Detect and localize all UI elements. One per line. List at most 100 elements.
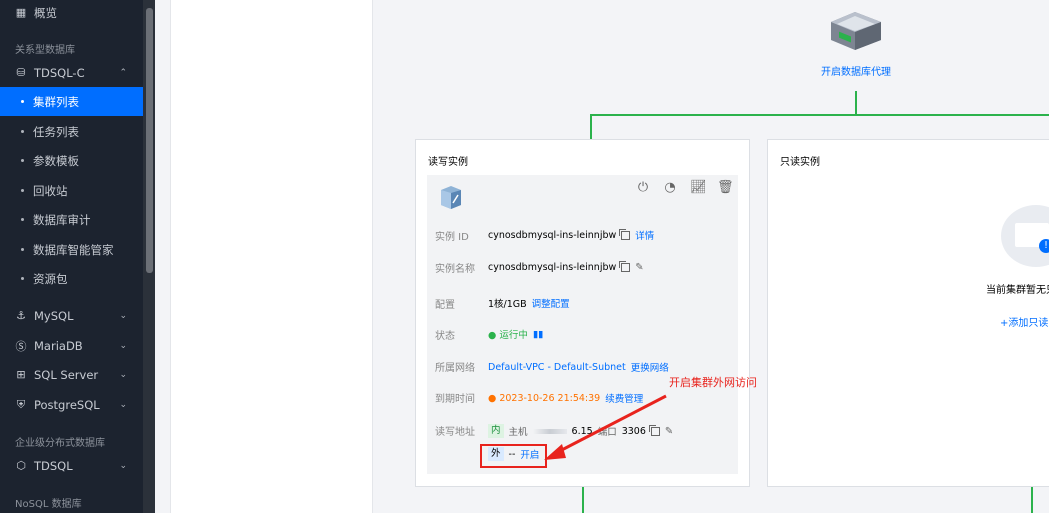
sidebar-item-label: 资源包 (33, 271, 68, 286)
sidebar-scrollbar-thumb[interactable] (146, 8, 153, 273)
bullet-icon (21, 218, 24, 221)
empty-state-text: 当前集群暂无只 (986, 285, 1049, 296)
network-label: 所属网络 (435, 363, 475, 374)
chevron-down-icon: ⌄ (119, 399, 127, 410)
sidebar-item-label: 集群列表 (33, 94, 79, 109)
sidebar-item-label: MySQL (34, 308, 74, 323)
sidebar: ▦ 概览 关系型数据库 ⛁ TDSQL-C ⌃ 集群列表 任务列表 参数模板 回… (0, 0, 143, 513)
bullet-icon (21, 248, 24, 251)
server-icon (831, 12, 881, 50)
sidebar-item-cluster-list[interactable]: 集群列表 (0, 87, 143, 116)
inner-network-tag: 内 (488, 424, 504, 438)
sidebar-section-relational: 关系型数据库 (15, 45, 75, 56)
sidebar-item-sqlserver[interactable]: ⊞ SQL Server ⌄ (0, 360, 143, 389)
status-row: ● 运行中 ▮▮ (488, 327, 543, 342)
status-label: 状态 (435, 331, 455, 342)
status-text: 运行中 (499, 330, 528, 341)
chevron-down-icon: ⌄ (119, 310, 127, 321)
adjust-config-link[interactable]: 调整配置 (532, 296, 570, 310)
enable-db-proxy-link[interactable]: 开启数据库代理 (797, 63, 915, 78)
copy-icon[interactable] (619, 228, 631, 240)
instance-id-value: cynosdbmysql-ins-leinnjbw (488, 229, 617, 241)
config-row: 1核/1GB 调整配置 (488, 296, 570, 310)
add-readonly-link[interactable]: +添加只读实 (1000, 314, 1049, 329)
config-value: 1核/1GB (488, 299, 527, 310)
database-icon: ⛁ (16, 66, 26, 79)
edit-icon[interactable]: ✎ (635, 262, 643, 273)
annotation-note: 开启集群外网访问 (669, 376, 757, 389)
sidebar-item-db-smart-manager[interactable]: 数据库智能管家 (0, 235, 143, 264)
sidebar-item-tdsql[interactable]: ⬡ TDSQL ⌄ (0, 451, 143, 480)
bullet-icon (21, 189, 24, 192)
hexagon-icon: ⬡ (16, 459, 26, 472)
status-value: ● 运行中 (488, 330, 528, 341)
instance-name-label: 实例名称 (435, 264, 475, 275)
sidebar-item-label: SQL Server (34, 367, 99, 382)
sidebar-item-postgresql[interactable]: ⛨ PostgreSQL ⌄ (0, 390, 143, 419)
chevron-down-icon: ⌄ (119, 460, 127, 471)
instance-name-row: cynosdbmysql-ins-leinnjbw ✎ (488, 261, 644, 273)
bullet-icon (21, 277, 24, 280)
sidebar-item-overview[interactable]: ▦ 概览 (0, 0, 143, 27)
trash-icon[interactable]: 🗑︎ (717, 181, 734, 195)
sidebar-item-label: TDSQL-C (34, 65, 85, 80)
windows-icon: ⊞ (16, 368, 26, 381)
instance-icon (441, 186, 461, 209)
sidebar-item-resource-pack[interactable]: 资源包 (0, 264, 143, 293)
bullet-icon (21, 130, 24, 133)
sidebar-item-label: PostgreSQL (34, 397, 100, 412)
sidebar-item-label: 数据库智能管家 (33, 242, 114, 257)
line-chart-icon[interactable]: 📈︎ (690, 181, 707, 195)
topology-line (855, 91, 857, 115)
gauge-icon[interactable]: ◔ (663, 181, 677, 195)
topology-line (1031, 486, 1033, 513)
change-network-link[interactable]: 更换网络 (631, 360, 669, 374)
network-value[interactable]: Default-VPC - Default-Subnet (488, 362, 626, 373)
topology-line (590, 114, 1049, 116)
address-label: 读写地址 (435, 427, 475, 438)
host-label: 主机 (508, 427, 528, 438)
sidebar-item-db-audit[interactable]: 数据库审计 (0, 205, 143, 234)
sidebar-item-tdsql-c[interactable]: ⛁ TDSQL-C ⌃ (0, 58, 143, 87)
bullet-icon (21, 159, 24, 162)
elephant-icon: ⛨ (16, 397, 26, 411)
power-icon[interactable]: ⏻ (636, 181, 650, 195)
card-title: 只读实例 (780, 157, 820, 168)
sidebar-item-task-list[interactable]: 任务列表 (0, 117, 143, 146)
sidebar-section-nosql: NoSQL 数据库 (15, 499, 82, 510)
sidebar-item-label: 任务列表 (33, 124, 79, 139)
detail-link[interactable]: 详情 (635, 228, 654, 242)
chevron-down-icon: ⌄ (119, 369, 127, 380)
dolphin-icon: ⚓ (16, 309, 26, 322)
copy-icon[interactable] (619, 261, 631, 272)
dollar-circle-icon: Ⓢ (15, 339, 27, 353)
sidebar-item-mysql[interactable]: ⚓ MySQL ⌄ (0, 301, 143, 330)
sidebar-item-param-template[interactable]: 参数模板 (0, 146, 143, 175)
sidebar-item-label: 回收站 (33, 183, 68, 198)
card-title: 读写实例 (428, 157, 468, 168)
config-label: 配置 (435, 300, 455, 311)
db-proxy-node[interactable]: 开启数据库代理 (797, 0, 915, 91)
cluster-list-panel (170, 0, 373, 513)
bar-chart-icon[interactable]: ▮▮ (533, 329, 543, 340)
annotation-arrow-icon (544, 394, 667, 460)
info-icon: ! (1039, 239, 1049, 253)
instance-id-label: 实例 ID (435, 232, 469, 243)
highlight-box (480, 444, 547, 468)
sidebar-item-label: 参数模板 (33, 153, 79, 168)
chevron-up-icon: ⌃ (119, 67, 127, 78)
instance-name-value: cynosdbmysql-ins-leinnjbw (488, 262, 617, 273)
sidebar-item-recycle-bin[interactable]: 回收站 (0, 176, 143, 205)
sidebar-item-mariadb[interactable]: Ⓢ MariaDB ⌄ (0, 331, 143, 360)
ro-instance-card: 只读实例 (767, 139, 1049, 487)
grid-icon: ▦ (15, 6, 27, 19)
instance-id-row: cynosdbmysql-ins-leinnjbw 详情 (488, 228, 654, 242)
network-row: Default-VPC - Default-Subnet 更换网络 (488, 360, 669, 375)
topology-line (590, 114, 592, 140)
chevron-down-icon: ⌄ (119, 340, 127, 351)
sidebar-item-label: 数据库审计 (33, 212, 91, 227)
sidebar-section-distributed: 企业级分布式数据库 (15, 438, 105, 449)
sidebar-item-label: 概览 (34, 5, 57, 20)
sidebar-item-label: TDSQL (34, 458, 73, 473)
expire-label: 到期时间 (435, 394, 475, 405)
